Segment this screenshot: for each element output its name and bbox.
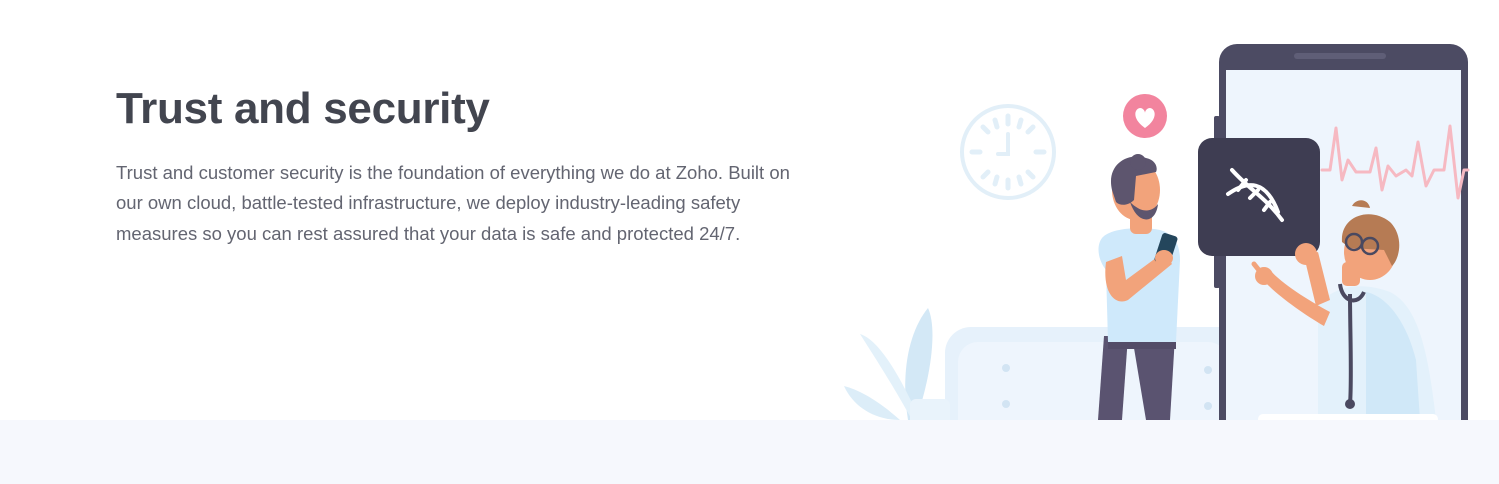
page-footer-band xyxy=(0,420,1499,484)
heart-icon xyxy=(1123,94,1167,138)
doctor-patient-illustration xyxy=(844,44,1470,420)
dna-card xyxy=(1198,138,1320,256)
section-description: Trust and customer security is the found… xyxy=(116,162,790,244)
clock-icon xyxy=(960,104,1056,200)
sofa-decoration xyxy=(910,327,1245,420)
section-title: Trust and security xyxy=(116,84,490,133)
trust-security-section: Trust and security Trust and customer se… xyxy=(0,0,1499,420)
